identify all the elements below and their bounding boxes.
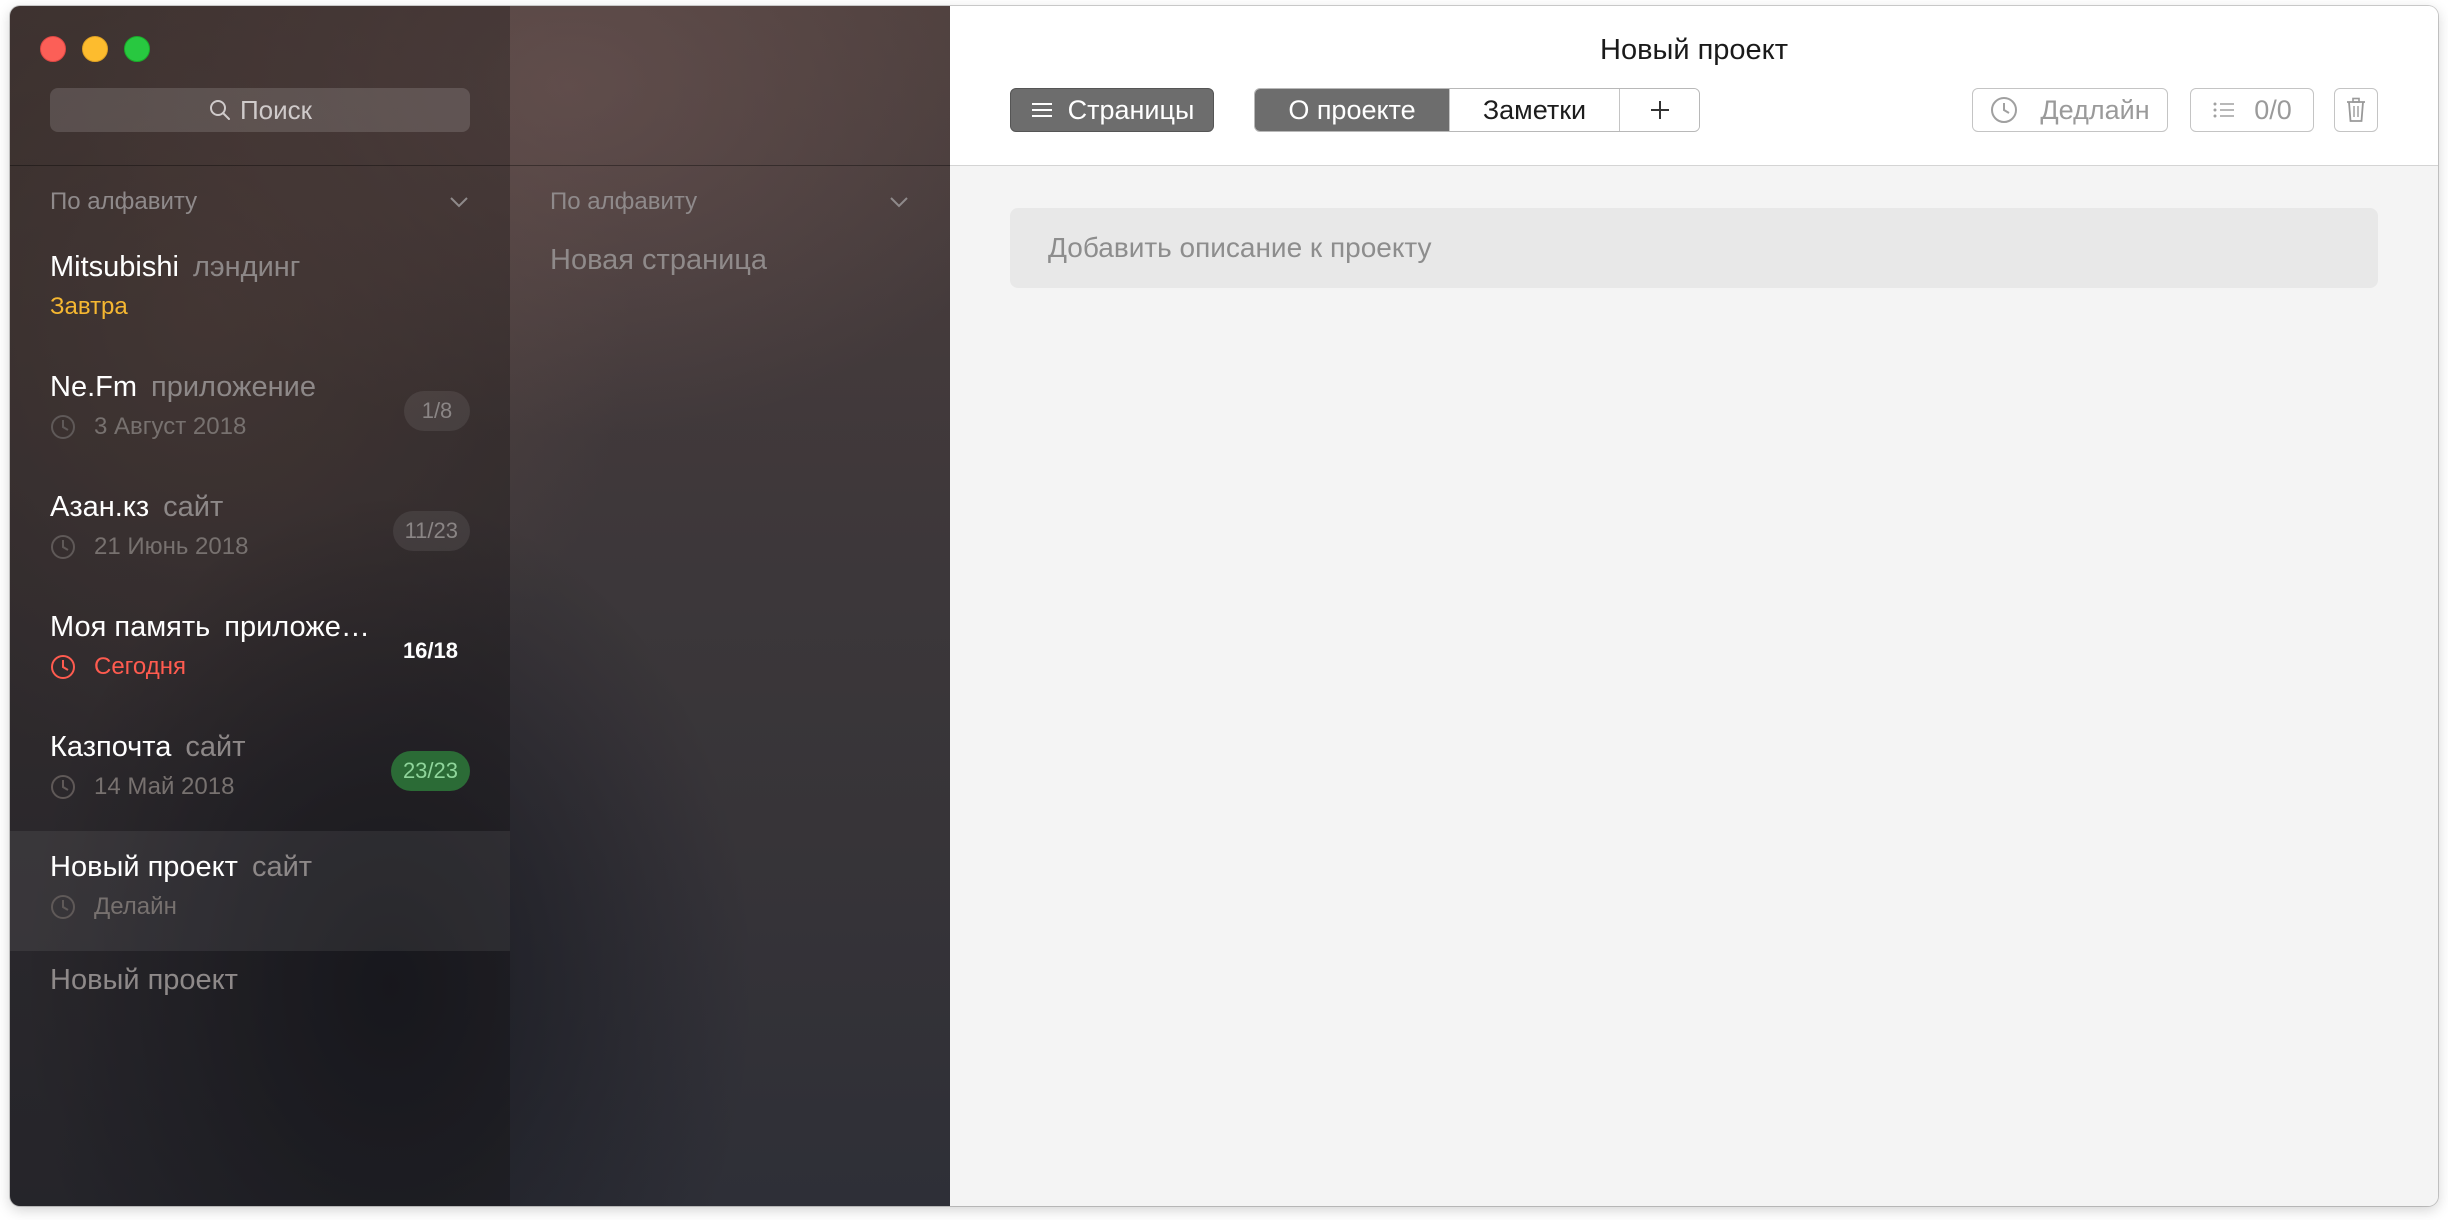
project-item[interactable]: Mitsubishi лэндинг Завтра — [10, 231, 510, 351]
project-title: Азан.кз сайт — [50, 491, 370, 524]
sidebar-divider — [10, 165, 950, 166]
project-title: Казпочта сайт — [50, 731, 370, 764]
project-date: Сегодня — [50, 653, 186, 681]
project-name: Новый проект — [50, 851, 238, 883]
project-type: лэндинг — [192, 251, 301, 283]
project-date-label: Завтра — [50, 293, 128, 320]
plus-icon — [1650, 101, 1669, 119]
description-placeholder: Добавить описание к проекту — [1048, 232, 1432, 263]
pages-sort-dropdown[interactable]: По алфавиту — [550, 184, 910, 220]
deadline-label: Дедлайн — [2040, 94, 2150, 125]
close-window-button[interactable] — [40, 36, 66, 62]
window-controls — [40, 36, 150, 62]
trash-icon — [2347, 97, 2365, 122]
projects-sort-label: По алфавиту — [50, 188, 198, 215]
search-placeholder: Поиск — [239, 94, 313, 125]
page-list-item[interactable]: Новая страница — [550, 244, 767, 277]
project-date-label: 14 Май 2018 — [94, 773, 235, 800]
task-count-badge: 16/18 — [402, 638, 458, 663]
project-item[interactable]: Моя память приложение Сегодня 16/18 — [10, 591, 510, 711]
project-date: 3 Август 2018 — [50, 413, 246, 441]
search-icon — [209, 100, 230, 120]
tasks-count-label: 0/0 — [2254, 94, 2292, 125]
project-date: Завтра — [50, 293, 128, 321]
window-title: Новый проект — [1600, 34, 1788, 66]
project-description-field[interactable]: Добавить описание к проекту — [1010, 208, 2378, 288]
project-title: Mitsubishi лэндинг — [50, 251, 370, 284]
pages-toggle-label: Страницы — [1067, 94, 1195, 125]
project-item[interactable]: Ne.Fm приложение 3 Август 2018 1/8 — [10, 351, 510, 471]
toolbar: Новый проект Страницы О проекте Заметки … — [950, 6, 2438, 166]
clock-icon — [51, 775, 75, 799]
tasks-button[interactable]: 0/0 — [2190, 88, 2314, 132]
main-pane: Новый проект Страницы О проекте Заметки … — [950, 6, 2438, 1206]
chevron-down-icon — [450, 197, 468, 208]
project-name: Моя память — [50, 611, 211, 643]
clock-icon — [51, 655, 75, 679]
project-title: Моя память приложение — [50, 611, 370, 644]
project-type: приложение — [151, 371, 316, 403]
project-name: Азан.кз — [50, 491, 150, 523]
app-window: Поиск По алфавиту Mitsubishi лэндинг Завт… — [10, 6, 2438, 1206]
project-item[interactable]: Казпочта сайт 14 Май 2018 23/23 — [10, 711, 510, 831]
task-count-badge: 11/23 — [392, 511, 470, 551]
search-field[interactable]: Поиск — [50, 88, 470, 132]
chevron-down-icon — [890, 197, 908, 208]
pages-toggle-button[interactable]: Страницы — [1010, 88, 1214, 132]
project-item-selected[interactable]: Новый проект сайт Делайн — [10, 831, 510, 951]
project-date-label: Делайн — [94, 893, 177, 920]
list-icon — [1031, 103, 1052, 117]
tab-about-project[interactable]: О проекте — [1255, 89, 1449, 131]
sidebar-background: Поиск По алфавиту Mitsubishi лэндинг Завт… — [10, 6, 950, 1206]
project-type: сайт — [251, 851, 313, 883]
project-date-label: 3 Август 2018 — [94, 413, 247, 440]
tab-notes[interactable]: Заметки — [1449, 89, 1619, 131]
projects-sort-dropdown[interactable]: По алфавиту — [50, 184, 470, 220]
pages-sort-label: По алфавиту — [550, 188, 698, 215]
project-title: Новый проект сайт — [50, 851, 370, 884]
project-type: сайт — [185, 731, 246, 763]
project-date: 14 Май 2018 — [50, 773, 234, 801]
project-type: сайт — [163, 491, 224, 523]
project-item[interactable]: Азан.кз сайт 21 Июнь 2018 11/23 — [10, 471, 510, 591]
project-date-label: Сегодня — [94, 653, 186, 680]
deadline-button[interactable]: Дедлайн — [1972, 88, 2168, 132]
checklist-icon — [2213, 102, 2235, 118]
clock-icon — [51, 895, 75, 919]
clock-icon — [1991, 97, 2018, 123]
add-tab-button[interactable] — [1619, 89, 1699, 131]
project-list: Mitsubishi лэндинг Завтра Ne.Fm приложение… — [10, 231, 510, 951]
zoom-window-button[interactable] — [124, 36, 150, 62]
task-count-badge: 1/8 — [404, 391, 470, 431]
delete-project-button[interactable] — [2334, 88, 2378, 132]
task-count-badge: 23/23 — [390, 751, 470, 791]
project-name: Казпочта — [50, 731, 172, 763]
new-project-input[interactable]: Новый проект — [50, 964, 238, 997]
project-date: 21 Июнь 2018 — [50, 533, 248, 561]
project-date-label: 21 Июнь 2018 — [94, 533, 249, 560]
clock-icon — [51, 535, 75, 559]
project-type: приложение — [224, 611, 370, 643]
project-name: Ne.Fm — [50, 371, 137, 403]
project-title: Ne.Fm приложение — [50, 371, 370, 404]
view-tabs: О проекте Заметки — [1254, 88, 1700, 132]
project-name: Mitsubishi — [50, 251, 179, 283]
clock-icon — [51, 415, 75, 439]
minimize-window-button[interactable] — [82, 36, 108, 62]
project-date: Делайн — [50, 893, 177, 921]
